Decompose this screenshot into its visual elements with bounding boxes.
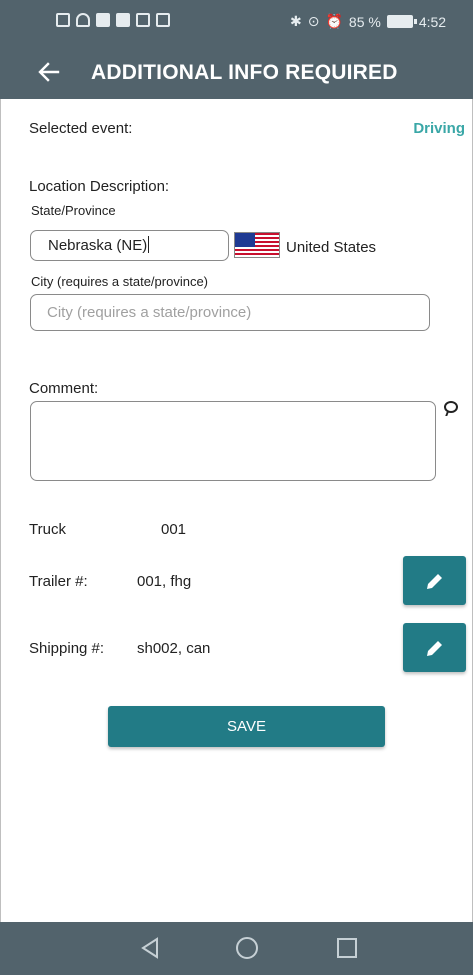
status-notification-icons [56,13,170,27]
city-input[interactable] [30,294,430,331]
truck-label: Truck [29,521,66,538]
speech-bubble-icon[interactable] [444,401,458,413]
status-bar: ✱ ⊙ ⏰ 85 % 4:52 [0,0,473,46]
app-bar: ADDITIONAL INFO REQUIRED [0,46,473,99]
image-icon [116,13,130,27]
location-description-label: Location Description: [29,178,170,195]
trailer-value: 001, fhg [137,573,192,590]
alarm-off-icon: ⏰ [325,13,343,29]
pencil-icon [427,574,442,589]
status-system-icons: ✱ ⊙ ⏰ 85 % 4:52 [290,13,446,30]
battery-icon [386,15,417,28]
media-icon [96,13,110,27]
save-button[interactable]: SAVE [108,706,385,747]
nav-home-icon[interactable] [236,937,258,959]
truck-value: 001 [161,521,187,538]
location-icon: ⊙ [307,13,320,29]
edit-shipping-button[interactable] [403,623,466,672]
country-name: United States [286,239,377,256]
selected-event-value: Driving [413,120,465,137]
state-province-value: Nebraska (NE) [48,237,148,254]
us-flag-icon[interactable] [234,232,280,258]
clock: 4:52 [418,13,447,30]
state-province-label: State/Province [31,203,116,218]
bluetooth-icon: ✱ [290,13,302,29]
edit-trailer-button[interactable] [403,556,466,605]
battery-percent: 85 % [348,13,381,30]
notification-icon [56,13,70,27]
back-arrow-icon[interactable] [34,57,64,87]
nav-recents-icon[interactable] [337,938,357,958]
trailer-label: Trailer #: [29,573,88,590]
page-title: ADDITIONAL INFO REQUIRED [91,61,398,84]
screen-frame [0,0,473,975]
navigation-bar [0,922,473,975]
state-province-input[interactable]: Nebraska (NE) [30,230,229,261]
wifi-icon [76,13,90,27]
sim-icon [156,13,170,27]
app-icon [136,13,150,27]
shipping-label: Shipping #: [29,640,105,657]
pencil-icon [427,641,442,656]
comment-input[interactable] [30,401,436,481]
city-label: City (requires a state/province) [31,274,209,289]
selected-event-label: Selected event: [29,120,133,137]
comment-label: Comment: [29,380,99,397]
flag-canton [235,233,255,247]
nav-back-icon[interactable] [139,936,163,960]
shipping-value: sh002, can [137,640,211,657]
text-cursor [148,236,150,253]
